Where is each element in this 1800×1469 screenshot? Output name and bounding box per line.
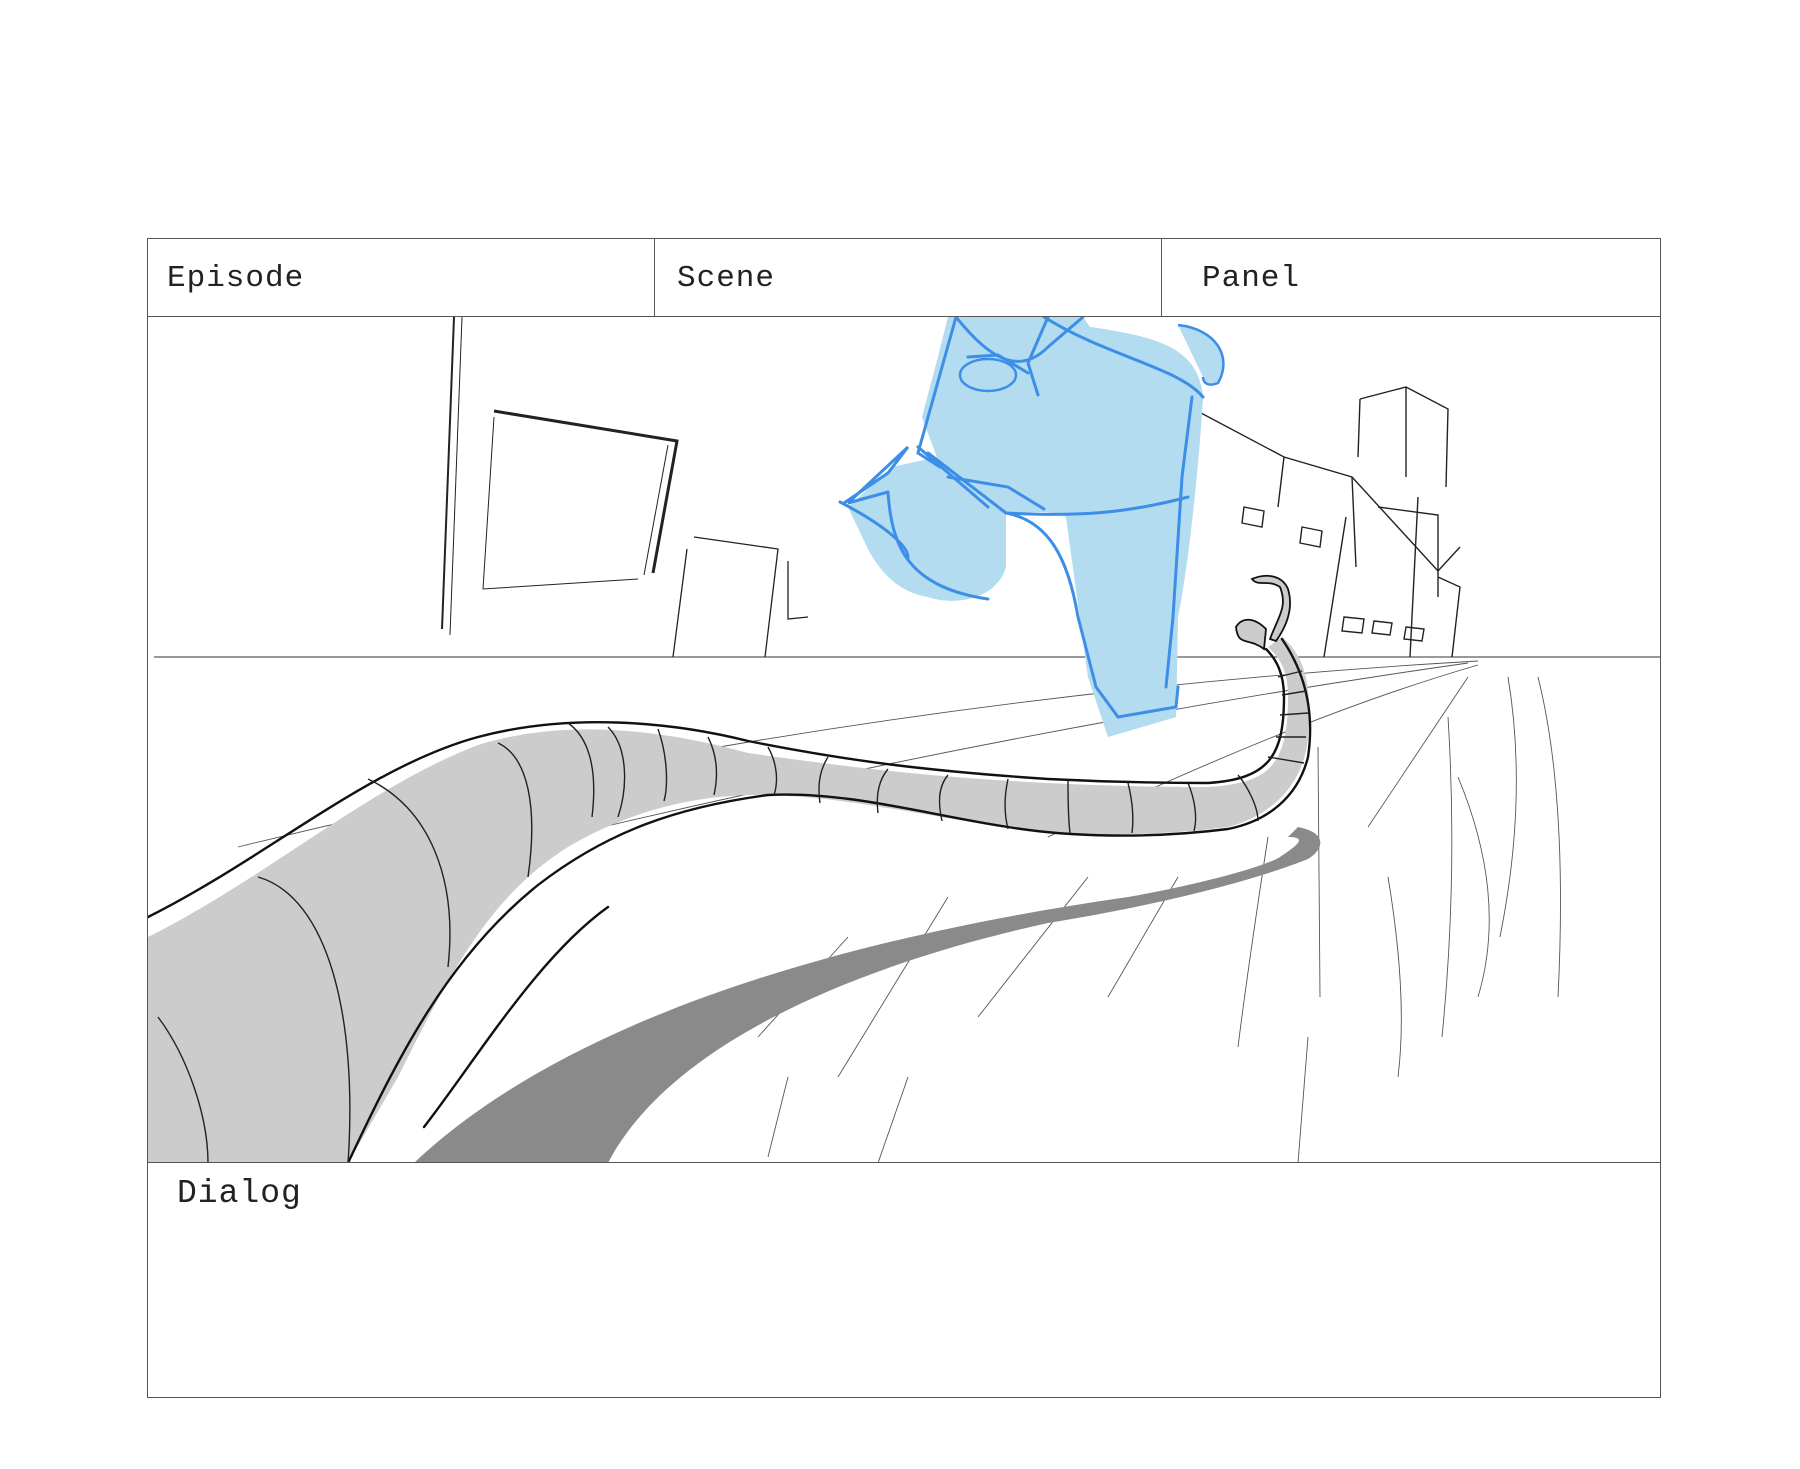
character-figure bbox=[838, 317, 1225, 737]
episode-label: Episode bbox=[167, 261, 305, 296]
storyboard-drawing bbox=[148, 317, 1660, 1163]
building-middle bbox=[672, 536, 809, 658]
building-left bbox=[441, 317, 679, 636]
storyboard-sheet: Episode Scene Panel Dialog bbox=[147, 238, 1661, 1398]
scene-label: Scene bbox=[677, 261, 776, 296]
episode-field[interactable]: Episode bbox=[148, 239, 655, 317]
scene-field[interactable]: Scene bbox=[655, 239, 1162, 317]
panel-field[interactable]: Panel bbox=[1162, 239, 1660, 317]
sketch-illustration bbox=[148, 317, 1660, 1162]
panel-label: Panel bbox=[1202, 261, 1301, 296]
dialog-box[interactable]: Dialog bbox=[148, 1163, 1660, 1397]
panel-header: Episode Scene Panel bbox=[148, 239, 1660, 317]
dialog-label: Dialog bbox=[177, 1175, 302, 1212]
